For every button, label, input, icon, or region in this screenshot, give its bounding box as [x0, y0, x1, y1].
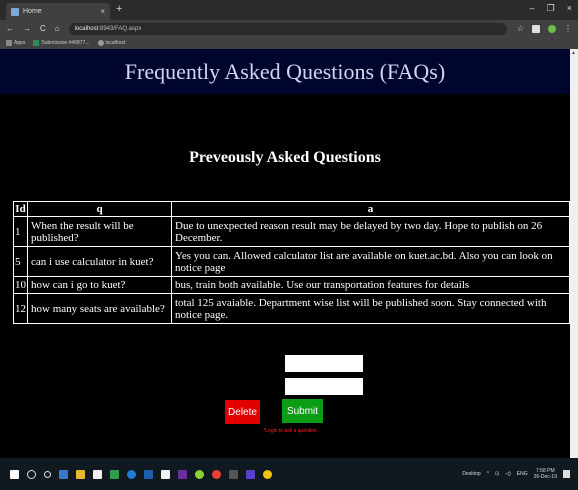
home-icon[interactable]: ⌂: [55, 24, 60, 33]
edge-icon[interactable]: [127, 469, 136, 479]
cell-answer: Due to unexpected reason result may be d…: [171, 216, 570, 247]
windows-taskbar: Desktop ^ ⊡ ◁) ENG 7:58 PM 26-Dec-19: [0, 458, 578, 490]
menu-icon[interactable]: ⋮: [564, 24, 572, 33]
cell-answer: Yes you can. Allowed calculator list are…: [171, 246, 570, 277]
table-row: 10 how can i go to kuet? bus, train both…: [13, 276, 570, 294]
language-indicator[interactable]: ENG: [517, 471, 528, 477]
mail-icon[interactable]: [144, 469, 153, 479]
extension-icon[interactable]: [532, 24, 540, 33]
back-icon[interactable]: ←: [6, 24, 14, 33]
minimize-button[interactable]: –: [530, 3, 535, 14]
bookmark-star-icon[interactable]: ☆: [517, 24, 524, 33]
question-input[interactable]: [285, 355, 363, 372]
photos-icon[interactable]: [161, 469, 170, 479]
profile-icon[interactable]: [548, 24, 556, 33]
desktop-label[interactable]: Desktop: [462, 471, 480, 477]
table-header-row: Id q a: [13, 201, 570, 217]
table-row: 1 When the result will be published? Due…: [13, 216, 570, 247]
section-title: Preveously Asked Questions: [189, 149, 381, 166]
address-host: localhost: [74, 25, 99, 32]
search-icon[interactable]: [27, 469, 36, 479]
submit-button[interactable]: Submit: [282, 399, 323, 423]
app-icon[interactable]: [110, 469, 119, 479]
address-bar[interactable]: localhost :8943/FAQ.aspx: [68, 22, 507, 35]
vs-code-icon[interactable]: [246, 469, 255, 479]
nav-right-controls: ☆ ⋮: [517, 24, 572, 33]
notification-icon[interactable]: [563, 470, 570, 478]
bookmarks-bar: Apps Submission #46877... localhost: [0, 37, 578, 49]
cell-id: 5: [13, 246, 28, 277]
bookmark-label: localhost: [105, 40, 126, 46]
tab-close-icon[interactable]: ×: [100, 7, 105, 16]
reload-icon[interactable]: C: [40, 24, 46, 33]
page-content: Frequently Asked Questions (FAQs) Preveo…: [0, 49, 570, 458]
file-explorer-icon[interactable]: [76, 469, 85, 479]
terminal-icon[interactable]: [229, 469, 238, 479]
clock-date: 26-Dec-19: [533, 474, 557, 480]
tray-chevron-icon[interactable]: ^: [487, 471, 489, 477]
apps-icon: [6, 40, 12, 46]
answer-input[interactable]: [285, 378, 363, 395]
bookmark-label: Submission #46877...: [41, 40, 90, 46]
login-message: *Login to ask a question: [263, 428, 317, 434]
cell-id: 12: [13, 293, 28, 324]
cell-answer: bus, train both available. Use our trans…: [171, 276, 570, 294]
table-row: 12 how many seats are available? total 1…: [13, 293, 570, 324]
chrome-icon[interactable]: [263, 469, 272, 479]
maximize-button[interactable]: ❐: [547, 3, 555, 14]
new-tab-button[interactable]: +: [116, 3, 122, 15]
bookmark-localhost[interactable]: localhost: [97, 40, 126, 46]
favicon-icon: [11, 7, 19, 16]
volume-icon[interactable]: ◁): [505, 471, 511, 477]
cell-question: When the result will be published?: [27, 216, 172, 247]
faq-header: Frequently Asked Questions (FAQs): [0, 49, 570, 94]
system-tray: Desktop ^ ⊡ ◁) ENG 7:58 PM 26-Dec-19: [462, 458, 570, 490]
page-title: Frequently Asked Questions (FAQs): [124, 59, 446, 84]
visual-studio-icon[interactable]: [178, 469, 187, 479]
store-icon[interactable]: [93, 469, 102, 479]
taskbar-icons: [10, 469, 272, 479]
network-icon[interactable]: ⊡: [495, 471, 499, 477]
scroll-up-icon[interactable]: ▲: [571, 51, 576, 56]
bookmark-submission[interactable]: Submission #46877...: [33, 40, 90, 46]
column-header-a: a: [171, 201, 570, 217]
forward-icon[interactable]: →: [23, 24, 31, 33]
page-scrollbar[interactable]: [570, 49, 578, 458]
browser-nav-bar: ← → C ⌂ localhost :8943/FAQ.aspx ☆ ⋮: [0, 20, 578, 37]
delete-button[interactable]: Delete: [225, 400, 260, 424]
table-row: 5 can i use calculator in kuet? Yes you …: [13, 246, 570, 277]
close-window-button[interactable]: ×: [567, 3, 572, 14]
column-header-id: Id: [13, 201, 28, 217]
browser-tab[interactable]: Home ×: [6, 3, 110, 20]
tab-title: Home: [23, 8, 42, 15]
green-app-icon[interactable]: [195, 469, 204, 479]
start-icon[interactable]: [10, 469, 19, 479]
cell-question: how can i go to kuet?: [27, 276, 172, 294]
task-view-icon[interactable]: [59, 469, 68, 479]
globe-icon: [97, 40, 104, 46]
cortana-icon[interactable]: [44, 470, 51, 478]
opera-icon[interactable]: [212, 469, 221, 479]
cell-question: how many seats are available?: [27, 293, 172, 324]
browser-tab-bar: Home × + – ❐ ×: [0, 0, 578, 20]
address-path: :8943/FAQ.aspx: [98, 25, 142, 32]
bookmark-label: Apps: [14, 40, 26, 46]
bookmark-site-icon: [33, 40, 40, 46]
faq-table: Id q a 1 When the result will be publish…: [13, 201, 570, 324]
bookmark-apps[interactable]: Apps: [6, 40, 25, 46]
cell-question: can i use calculator in kuet?: [27, 246, 172, 277]
cell-id: 1: [13, 216, 28, 247]
column-header-q: q: [27, 201, 172, 217]
clock[interactable]: 7:58 PM 26-Dec-19: [534, 468, 557, 480]
window-controls: – ❐ ×: [530, 3, 572, 14]
cell-answer: total 125 avaiable. Department wise list…: [171, 293, 570, 324]
cell-id: 10: [13, 276, 28, 294]
